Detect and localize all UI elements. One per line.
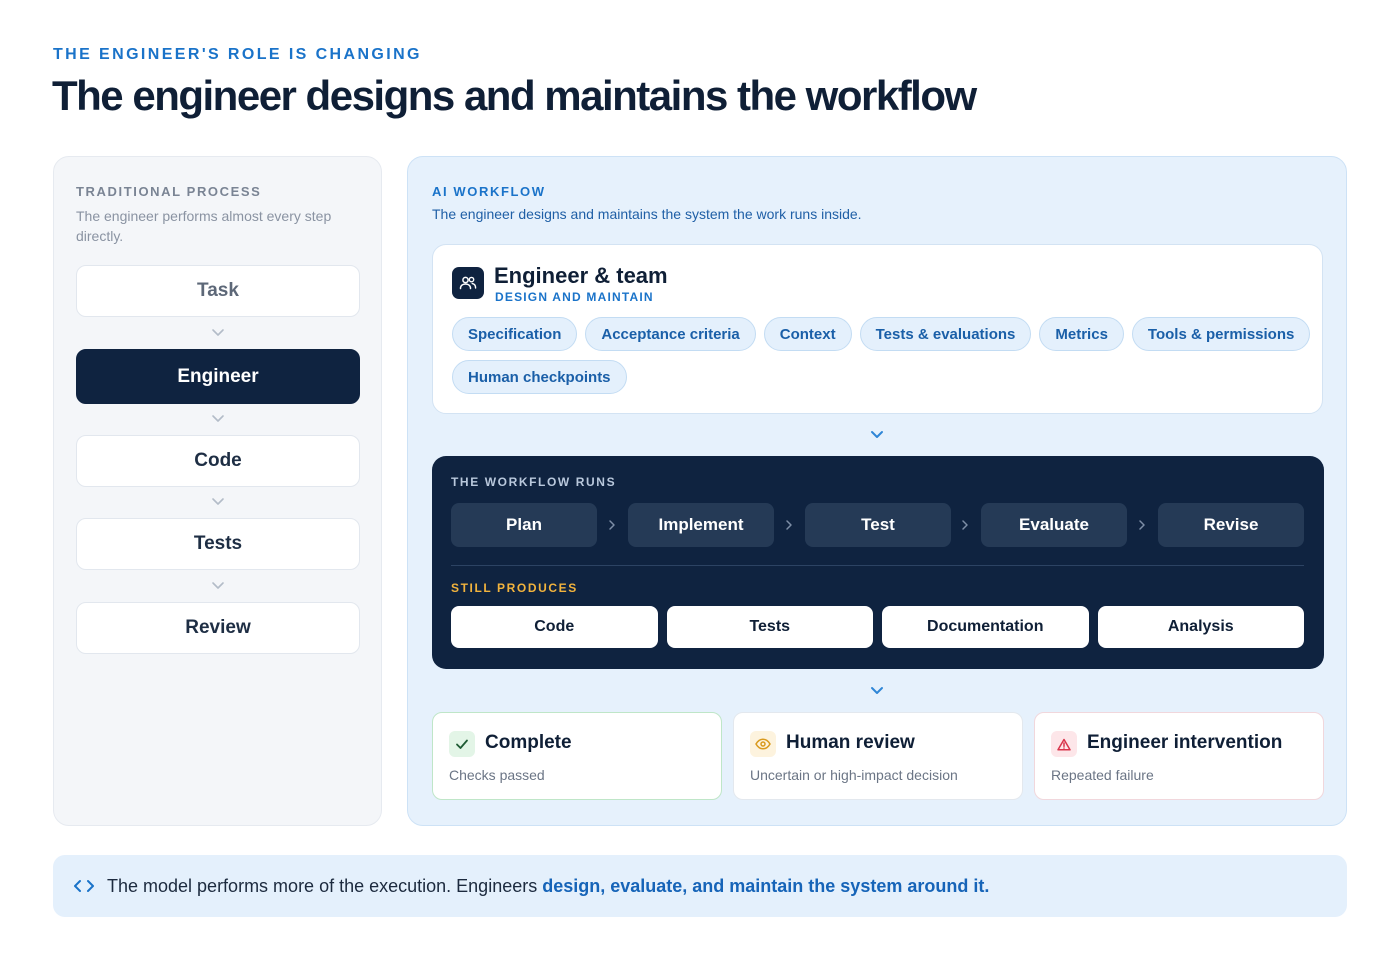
step-engineer: Engineer: [76, 349, 360, 404]
divider: [451, 565, 1304, 566]
chevron-down-icon: [212, 329, 224, 336]
step-review: Review: [76, 602, 360, 654]
traditional-process-panel: TRADITIONAL PROCESS The engineer perform…: [53, 156, 382, 826]
workflow-runs-card: THE WORKFLOW RUNS Plan Implement Test Ev…: [432, 456, 1324, 669]
stage-test: Test: [805, 503, 951, 547]
chevron-right-icon: [1139, 520, 1145, 530]
outcome-human-review: Human review Uncertain or high-impact de…: [733, 712, 1023, 800]
traditional-description: The engineer performs almost every step …: [76, 208, 332, 244]
ai-workflow-label: AI WORKFLOW: [432, 184, 546, 199]
chip-human-checkpoints: Human checkpoints: [452, 360, 627, 394]
chevron-down-icon: [212, 498, 224, 505]
produces-code: Code: [451, 606, 658, 648]
produces-documentation: Documentation: [882, 606, 1089, 648]
banner-text: The model performs more of the execution…: [107, 876, 989, 897]
page-title: The engineer designs and maintains the w…: [52, 72, 977, 119]
outcome-title: Complete: [485, 732, 572, 753]
traditional-label: TRADITIONAL PROCESS: [76, 184, 262, 199]
produces-analysis: Analysis: [1097, 606, 1304, 648]
engineer-team-card: Engineer & team DESIGN AND MAINTAIN Spec…: [432, 244, 1323, 414]
outcomes: Complete Checks passed Human review Unce…: [432, 712, 1324, 800]
chip-context: Context: [763, 317, 852, 351]
chevron-right-icon: [609, 520, 615, 530]
users-icon: [452, 267, 484, 299]
check-icon: [449, 731, 475, 757]
outcome-description: Checks passed: [449, 767, 545, 783]
step-tests: Tests: [76, 518, 360, 570]
team-subtitle: DESIGN AND MAINTAIN: [495, 290, 654, 304]
summary-banner: The model performs more of the execution…: [53, 855, 1347, 917]
ai-workflow-description: The engineer designs and maintains the s…: [432, 206, 862, 222]
chevron-down-icon: [871, 687, 883, 694]
chevron-down-icon: [871, 431, 883, 438]
chevron-down-icon: [212, 582, 224, 589]
code-icon: [74, 880, 94, 892]
chip-metrics: Metrics: [1039, 317, 1124, 351]
outcome-title: Engineer intervention: [1087, 732, 1283, 753]
step-task: Task: [76, 265, 360, 317]
chevron-right-icon: [786, 520, 792, 530]
produces-list: Code Tests Documentation Analysis: [451, 606, 1304, 648]
outcome-description: Uncertain or high-impact decision: [750, 767, 958, 783]
chip-specification: Specification: [452, 317, 578, 351]
eye-icon: [750, 731, 776, 757]
warning-icon: [1051, 731, 1077, 757]
workflow-runs-label: THE WORKFLOW RUNS: [451, 475, 617, 489]
eyebrow: THE ENGINEER'S ROLE IS CHANGING: [53, 46, 422, 63]
stage-revise: Revise: [1158, 503, 1304, 547]
chip-tests-evaluations: Tests & evaluations: [859, 317, 1032, 351]
ai-workflow-panel: AI WORKFLOW The engineer designs and mai…: [407, 156, 1347, 826]
design-chips: Specification Acceptance criteria Contex…: [452, 317, 1312, 394]
team-title: Engineer & team: [494, 263, 668, 288]
outcome-engineer-intervention: Engineer intervention Repeated failure: [1034, 712, 1324, 800]
chevron-right-icon: [962, 520, 968, 530]
stage-plan: Plan: [451, 503, 597, 547]
produces-tests: Tests: [666, 606, 873, 648]
banner-text-plain: The model performs more of the execution…: [107, 875, 543, 896]
outcome-complete: Complete Checks passed: [432, 712, 722, 800]
step-code: Code: [76, 435, 360, 487]
chip-acceptance-criteria: Acceptance criteria: [585, 317, 756, 351]
still-produces-label: STILL PRODUCES: [451, 581, 578, 595]
stage-evaluate: Evaluate: [981, 503, 1127, 547]
outcome-description: Repeated failure: [1051, 767, 1154, 783]
outcome-title: Human review: [786, 732, 915, 753]
chip-tools-permissions: Tools & permissions: [1131, 317, 1311, 351]
workflow-stages: Plan Implement Test Evaluate Revise: [451, 503, 1304, 547]
stage-implement: Implement: [628, 503, 774, 547]
chevron-down-icon: [212, 415, 224, 422]
banner-emphasis: design, evaluate, and maintain the syste…: [542, 875, 990, 896]
